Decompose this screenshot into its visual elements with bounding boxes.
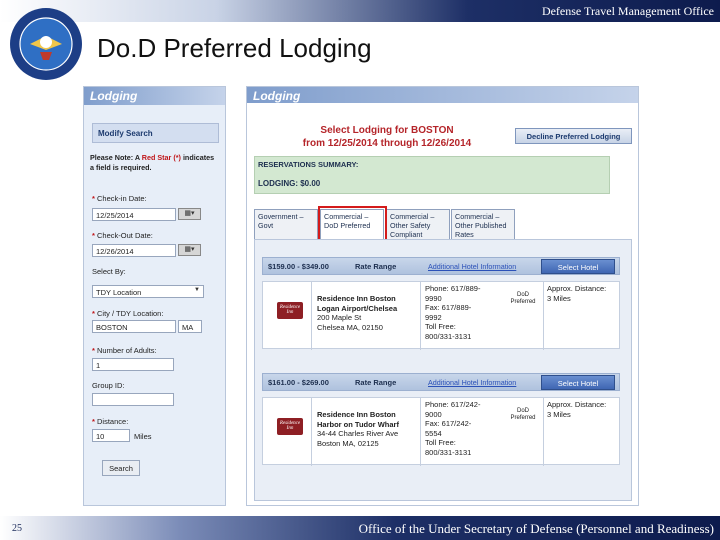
- hotel-price-bar: $161.00 - $269.00 Rate Range Additional …: [262, 373, 620, 391]
- adults-label: * Number of Adults:: [92, 346, 157, 355]
- additional-hotel-info-link[interactable]: Additional Hotel Information: [428, 262, 516, 271]
- adults-input[interactable]: 1: [92, 358, 174, 371]
- distance-label: * Distance:: [92, 417, 129, 426]
- checkin-label: * Check-in Date:: [92, 194, 147, 203]
- select-hotel-button[interactable]: Select Hotel: [541, 259, 615, 274]
- city-label: * City / TDY Location:: [92, 309, 164, 318]
- modify-search-heading: Modify Search: [92, 123, 219, 143]
- hotel-name: Residence Inn Boston Harbor on Tudor Wha…: [317, 410, 399, 429]
- slide-number: 25: [12, 523, 22, 534]
- highlight-box: [318, 206, 387, 243]
- select-by-label: Select By:: [92, 267, 126, 276]
- distance-input[interactable]: 10: [92, 429, 130, 442]
- calendar-icon[interactable]: ▦▾: [178, 244, 201, 256]
- state-input[interactable]: MA: [178, 320, 202, 333]
- select-lodging-title: Select Lodging for BOSTON from 12/25/201…: [302, 125, 472, 149]
- tab-commercial-other-published[interactable]: Commercial – Other Published Rates: [451, 209, 515, 239]
- chevron-down-icon: ▼: [194, 287, 200, 293]
- dod-seal-icon: [10, 8, 82, 80]
- decline-preferred-lodging-button[interactable]: Decline Preferred Lodging: [515, 128, 632, 144]
- city-input[interactable]: BOSTON: [92, 320, 176, 333]
- page-title: Do.D Preferred Lodging: [97, 33, 372, 63]
- select-by-dropdown[interactable]: TDY Location ▼: [92, 285, 204, 298]
- residence-inn-logo-icon: Residence Inn: [277, 418, 303, 435]
- lodging-results-panel: Lodging Select Lodging for BOSTON from 1…: [246, 86, 639, 506]
- checkout-label: * Check-Out Date:: [92, 231, 153, 240]
- residence-inn-logo-icon: Residence Inn: [277, 302, 303, 319]
- group-id-input[interactable]: [92, 393, 174, 406]
- reservations-summary: RESERVATIONS SUMMARY: LODGING: $0.00: [254, 156, 610, 194]
- dod-preferred-badge: DoD Preferred: [510, 408, 536, 421]
- hotel-contact: Phone: 617/242- 9000 Fax: 617/242- 5554 …: [425, 400, 481, 457]
- approx-distance: Approx. Distance: 3 Miles: [547, 284, 607, 303]
- panel-header: Lodging: [247, 87, 638, 103]
- calendar-icon[interactable]: ▦▾: [178, 208, 201, 220]
- lodging-search-panel: Lodging Modify Search Please Note: A Red…: [83, 86, 226, 506]
- select-hotel-button[interactable]: Select Hotel: [541, 375, 615, 390]
- hotel-row: Residence Inn Residence Inn Boston Logan…: [262, 281, 620, 350]
- footer-office-text: Office of the Under Secretary of Defense…: [358, 521, 714, 536]
- header-office-text: Defense Travel Management Office: [541, 4, 714, 18]
- search-button[interactable]: Search: [102, 460, 140, 476]
- checkin-date-input[interactable]: 12/25/2014: [92, 208, 176, 221]
- hotel-price-bar: $159.00 - $349.00 Rate Range Additional …: [262, 257, 620, 275]
- checkout-date-input[interactable]: 12/26/2014: [92, 244, 176, 257]
- group-id-label: Group ID:: [92, 381, 125, 390]
- hotel-row: Residence Inn Residence Inn Boston Harbo…: [262, 397, 620, 466]
- panel-header: Lodging: [84, 87, 225, 105]
- distance-unit: Miles: [134, 432, 152, 441]
- additional-hotel-info-link[interactable]: Additional Hotel Information: [428, 378, 516, 387]
- required-note: Please Note: A Red Star (*) indicates a …: [90, 153, 215, 172]
- tab-government[interactable]: Government – Govt: [254, 209, 318, 239]
- tab-commercial-other-safety[interactable]: Commercial – Other Safety Compliant: [386, 209, 450, 239]
- approx-distance: Approx. Distance: 3 Miles: [547, 400, 607, 419]
- hotel-name: Residence Inn Boston Logan Airport/Chels…: [317, 294, 398, 313]
- hotel-contact: Phone: 617/889- 9990 Fax: 617/889- 9992 …: [425, 284, 481, 341]
- dod-preferred-badge: DoD Preferred: [510, 292, 536, 305]
